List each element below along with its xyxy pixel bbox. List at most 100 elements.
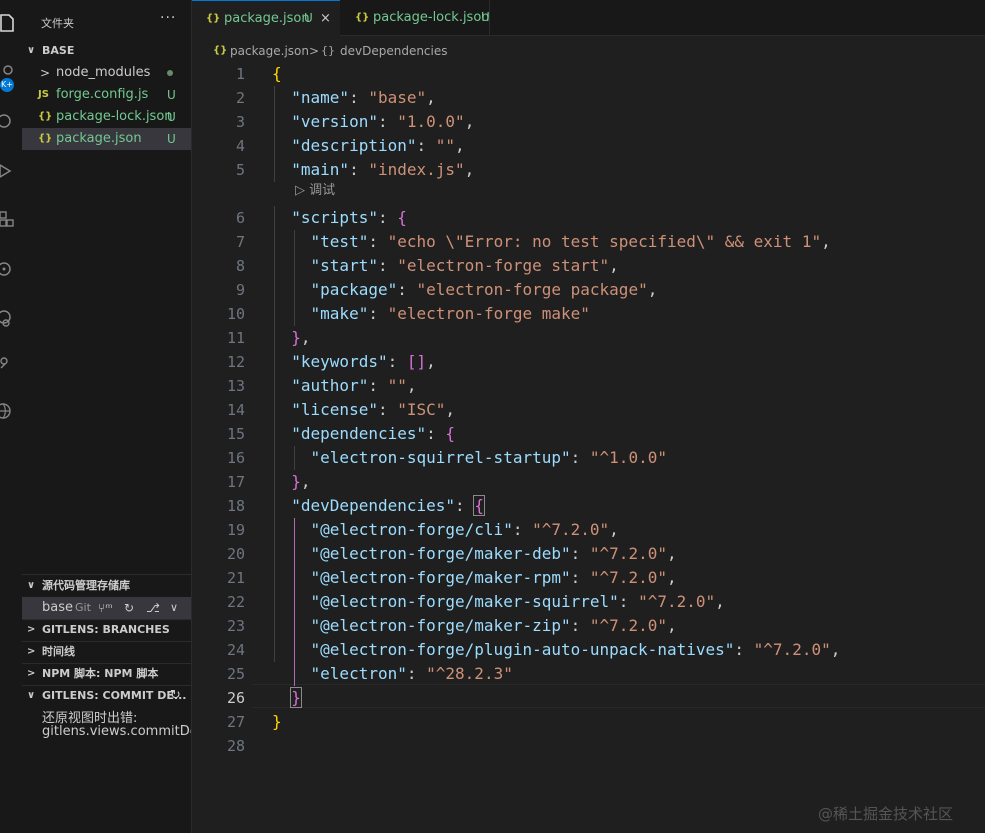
current-line-highlight [252, 684, 985, 708]
code-text: "@electron-forge/cli": "^7.2.0", [310, 520, 619, 539]
source-control-icon[interactable] [0, 110, 20, 132]
json-file-icon: {} [38, 133, 53, 144]
tree-item-node-modules[interactable]: > node_modules [22, 62, 191, 84]
code-text: "keywords": [], [291, 352, 436, 371]
line-number: 20 [226, 545, 245, 563]
scm-section-header[interactable]: ∨ 源代码管理存储库 [22, 575, 191, 597]
extensions-icon[interactable] [0, 208, 20, 230]
gitlens-icon[interactable] [0, 308, 20, 330]
scm-repo-row[interactable]: base Git ⑂ᵐ ↻ ⎇ ∨ [22, 597, 191, 619]
code-editor[interactable]: ▷ 调试 1 {2 "name": "base", 3 "version": "1.… [192, 62, 985, 833]
untracked-status: U [167, 110, 176, 124]
code-text: { [272, 64, 282, 83]
git-graph-icon[interactable] [0, 352, 20, 374]
breadcrumb-node[interactable]: devDependencies [340, 40, 448, 62]
code-text: "scripts": { [291, 208, 407, 227]
code-text: "@electron-forge/maker-deb": "^7.2.0", [310, 544, 677, 563]
code-text: "version": "1.0.0", [291, 112, 475, 131]
tab-package-lock-json[interactable]: {} package-lock.json U [341, 0, 490, 35]
code-text: } [290, 687, 302, 708]
sidebar-header: 文件夹 ··· [22, 0, 191, 42]
run-debug-icon[interactable] [0, 160, 20, 182]
chevron-right-icon: > [27, 668, 36, 679]
code-text: "license": "ISC", [291, 400, 456, 419]
tab-package-json[interactable]: {} package.json U × [192, 0, 340, 36]
tree-item-label: forge.config.js [56, 87, 149, 102]
editor-tabs: {} package.json U × {} package-lock.json… [192, 0, 985, 36]
line-number: 13 [226, 377, 245, 395]
breadcrumb-file[interactable]: package.json [230, 40, 309, 62]
tree-item-forge-config[interactable]: JS forge.config.js U [22, 84, 191, 106]
play-icon: ▷ [295, 183, 305, 198]
chevron-right-icon: > [27, 646, 36, 657]
json-file-icon: {} [355, 12, 370, 23]
timeline-title: 时间线 [42, 645, 75, 658]
code-text: "electron": "^28.2.3" [310, 664, 513, 683]
tab-status: U [304, 11, 313, 25]
line-number: 6 [235, 209, 245, 227]
tree-item-label: package.json [56, 131, 142, 146]
extension-badge: K+ [0, 78, 14, 92]
tree-item-package-lock[interactable]: {} package-lock.json U [22, 106, 191, 128]
folder-section-header[interactable]: ∨ BASE [22, 40, 191, 62]
remote-explorer-icon[interactable] [0, 258, 20, 280]
line-number: 12 [226, 353, 245, 371]
code-text: "main": "index.js", [291, 160, 475, 179]
scm-repo-name: base [42, 600, 73, 615]
json-file-icon: {} [38, 111, 53, 122]
code-text: "@electron-forge/maker-zip": "^7.2.0", [310, 616, 677, 635]
breadcrumb-separator: > [309, 44, 320, 58]
tab-status: U [481, 10, 490, 24]
ignored-dot-icon [167, 70, 173, 76]
line-number: 16 [226, 449, 245, 467]
untracked-status: U [167, 88, 176, 102]
npm-title: NPM 脚本: NPM 脚本 [42, 667, 159, 680]
js-file-icon: JS [38, 89, 49, 100]
branches-title: GITLENS: BRANCHES [42, 623, 170, 636]
line-number: 26 [226, 689, 245, 707]
sync-icon[interactable]: ↻ [124, 597, 134, 619]
json-file-icon: {} [206, 13, 221, 24]
tree-item-label: package-lock.json [56, 109, 173, 124]
close-icon[interactable]: × [320, 1, 331, 36]
timeline-section-header[interactable]: > 时间线 [22, 641, 191, 663]
line-number: 5 [235, 161, 245, 179]
code-text: "test": "echo \"Error: no test specified… [310, 232, 831, 251]
code-text: "description": "", [291, 136, 465, 155]
tree-item-package-json[interactable]: {} package.json U [22, 128, 191, 150]
debug-codelens[interactable]: ▷ 调试 [295, 180, 335, 202]
code-text: "package": "electron-forge package", [310, 280, 658, 299]
line-number: 9 [235, 281, 245, 299]
code-text: "@electron-forge/plugin-auto-unpack-nati… [310, 640, 841, 659]
refresh-icon[interactable]: ↻ [170, 685, 181, 707]
branches-section-header[interactable]: > GITLENS: BRANCHES [22, 619, 191, 641]
code-text: "start": "electron-forge start", [310, 256, 619, 275]
line-number: 8 [235, 257, 245, 275]
tab-label: package-lock.json [373, 10, 490, 25]
line-number: 19 [226, 521, 245, 539]
chevron-down-icon[interactable]: ∨ [170, 597, 178, 619]
code-text: }, [291, 472, 311, 491]
line-number: 22 [226, 593, 245, 611]
line-number: 11 [226, 329, 245, 347]
more-actions-icon[interactable]: ··· [160, 10, 176, 26]
graph-icon[interactable]: ⎇ [146, 597, 160, 619]
view-error-detail: gitlens.views.commitDetai [42, 724, 191, 739]
code-text: "dependencies": { [291, 424, 456, 443]
code-text: "@electron-forge/maker-rpm": "^7.2.0", [310, 568, 677, 587]
code-text: "name": "base", [291, 88, 436, 107]
untracked-status: U [167, 132, 176, 146]
line-number: 3 [235, 113, 245, 131]
globe-icon[interactable] [0, 400, 20, 422]
line-number: 4 [235, 137, 245, 155]
commit-details-section-header[interactable]: ∨ GITLENS: COMMIT DE... ↻ [22, 685, 191, 707]
code-text: } [272, 712, 282, 731]
explorer-icon[interactable] [0, 12, 20, 34]
watermark: @稀土掘金技术社区 [818, 805, 954, 823]
line-number: 24 [226, 641, 245, 659]
branch-icon[interactable]: ⑂ᵐ [98, 597, 113, 619]
tree-item-label: node_modules [56, 65, 151, 80]
npm-section-header[interactable]: > NPM 脚本: NPM 脚本 [22, 663, 191, 685]
line-number: 28 [226, 737, 245, 755]
scm-repo-kind: Git [75, 601, 91, 614]
